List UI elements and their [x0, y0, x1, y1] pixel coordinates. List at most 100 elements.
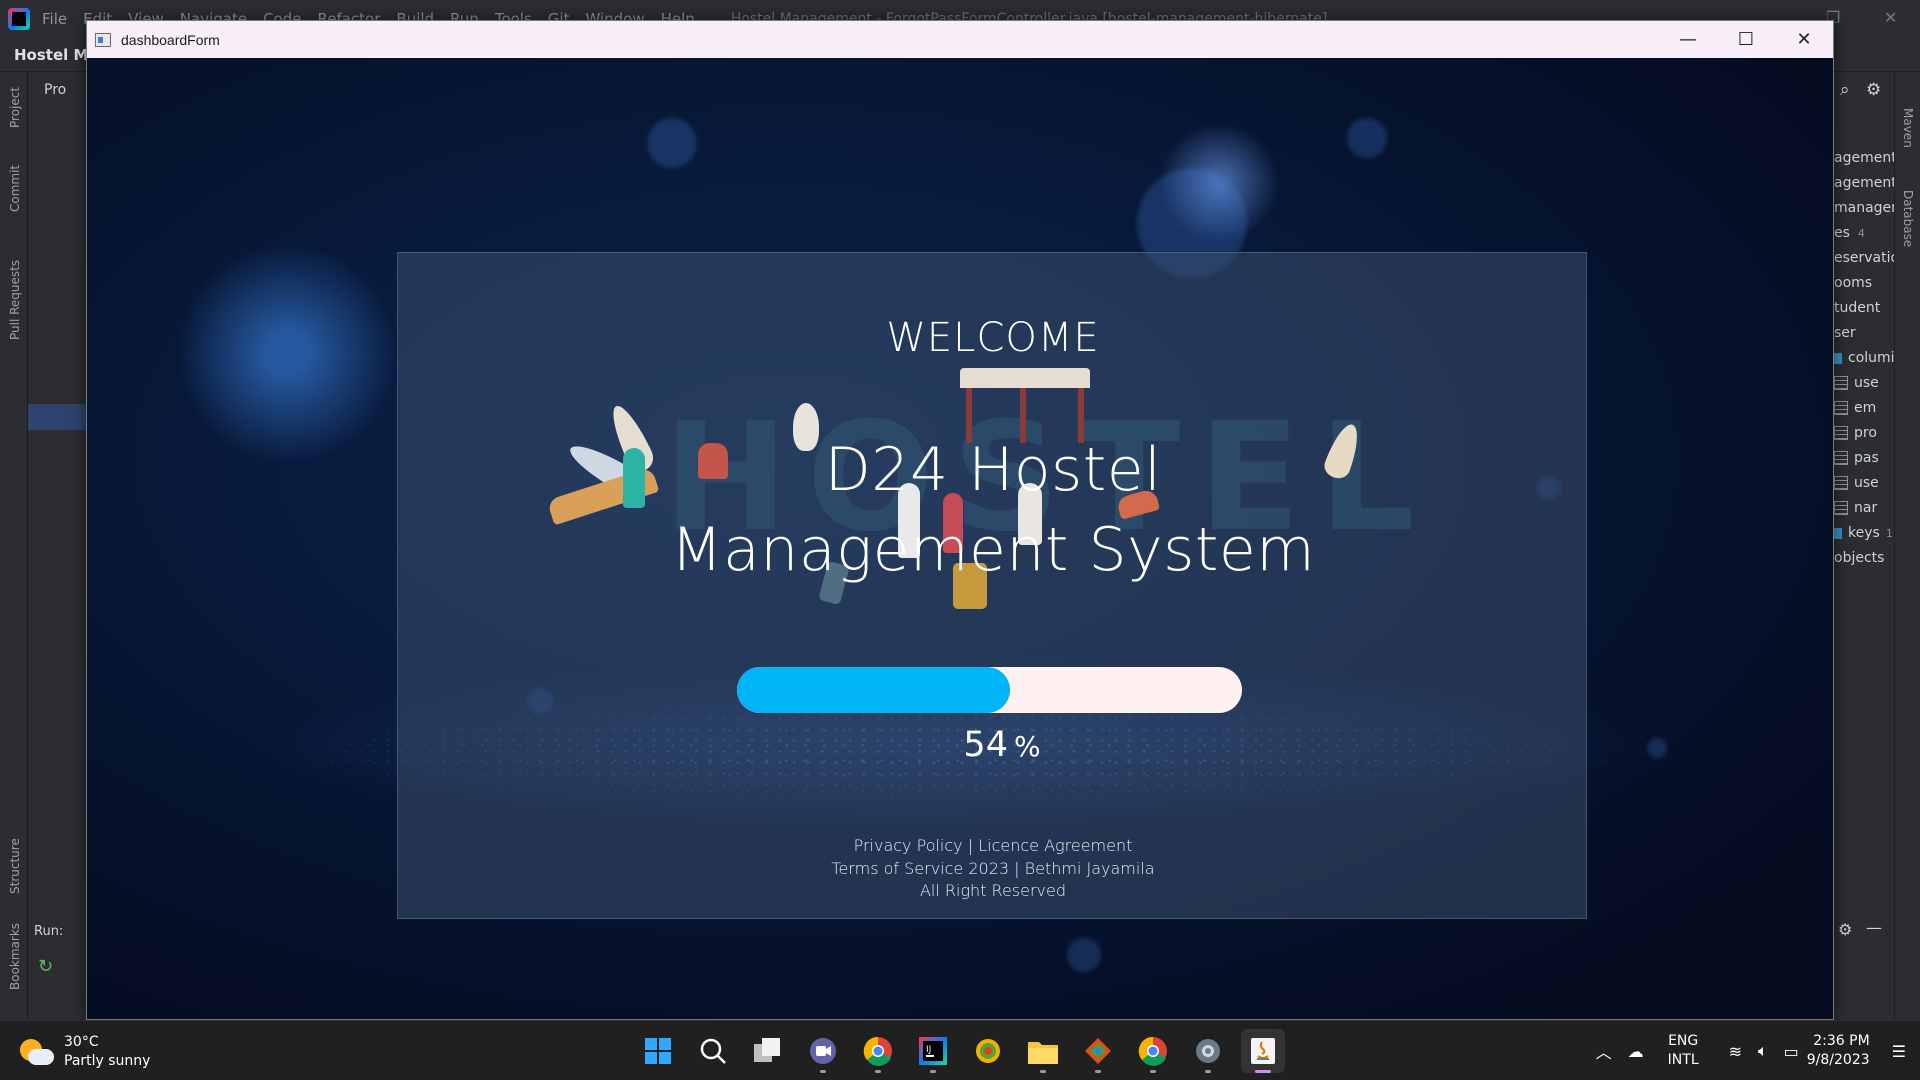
teams-icon[interactable]	[801, 1029, 845, 1073]
intellij-logo-icon	[8, 8, 30, 30]
tool-commit[interactable]: Commit	[8, 165, 22, 212]
column-icon	[1834, 451, 1848, 465]
footer-separator: |	[1014, 858, 1020, 878]
column-icon	[1834, 426, 1848, 440]
taskbar-apps: IJ	[636, 1029, 1296, 1073]
minimize-panel-icon[interactable]: —	[1866, 918, 1882, 937]
loading-percent-unit: %	[1013, 730, 1041, 763]
db-tree-row[interactable]: ser	[1834, 323, 1856, 343]
db-tree-row[interactable]: em	[1834, 398, 1876, 418]
bokeh-light	[1647, 738, 1667, 758]
weather-widget[interactable]: 30°C Partly sunny	[20, 1033, 150, 1071]
search-icon[interactable]	[691, 1029, 735, 1073]
window-titlebar[interactable]: dashboardForm — ☐ ✕	[87, 21, 1833, 58]
chrome-icon[interactable]	[856, 1029, 900, 1073]
db-tree-row[interactable]: keys 1	[1834, 523, 1893, 543]
db-tree-row[interactable]: use	[1834, 373, 1879, 393]
app-icon[interactable]	[966, 1029, 1010, 1073]
ide-left-tool-strip: Project Commit Pull Requests Structure B…	[0, 72, 28, 1020]
column-icon	[1834, 501, 1848, 515]
author-name: Bethmi Jayamila	[1024, 858, 1155, 878]
file-explorer-icon[interactable]	[1021, 1029, 1065, 1073]
chevron-up-icon[interactable]: ︿	[1596, 1039, 1612, 1063]
settings-gear-icon[interactable]: ⚙	[1838, 920, 1852, 939]
app-title-line-1: D24 Hostel	[824, 435, 1162, 505]
db-tree-row[interactable]: pas	[1834, 448, 1879, 468]
ide-project-panel: Pro Run: ↻	[28, 72, 86, 1020]
bokeh-light	[647, 118, 697, 168]
terms-of-service-link[interactable]: Terms of Service 2023	[831, 859, 1009, 878]
app-title-line-2: Management System	[670, 515, 1316, 585]
volume-icon[interactable]: 🔈︎	[1758, 1041, 1768, 1061]
language-code: ENG	[1668, 1033, 1699, 1049]
partly-sunny-icon	[20, 1037, 54, 1067]
db-tree-row[interactable]: es 4	[1834, 223, 1865, 243]
rerun-icon[interactable]: ↻	[38, 956, 53, 977]
db-tree-row[interactable]: managem	[1834, 198, 1894, 218]
ide-right-tool-strip: Maven Database	[1894, 72, 1920, 1020]
db-tree-row[interactable]: agement	[1834, 148, 1894, 168]
db-tree-row[interactable]: agement	[1834, 173, 1894, 193]
db-tree-row[interactable]: tudent	[1834, 298, 1880, 318]
project-tab[interactable]: Pro	[44, 82, 66, 98]
ide-close-icon[interactable]: ✕	[1884, 8, 1897, 27]
clock-time: 2:36 PM	[1813, 1033, 1870, 1049]
key-column-icon	[1834, 376, 1848, 390]
db-tree-row[interactable]: pro	[1834, 423, 1877, 443]
svg-text:IJ: IJ	[926, 1045, 931, 1055]
start-icon[interactable]	[636, 1029, 680, 1073]
tool-maven[interactable]: Maven	[1901, 108, 1915, 148]
git-icon[interactable]	[1076, 1029, 1120, 1073]
loading-percent-value: 54	[963, 725, 1008, 765]
language-indicator[interactable]: ENG INTL	[1668, 1032, 1699, 1070]
tool-pull-requests[interactable]: Pull Requests	[8, 260, 22, 340]
column-icon	[1834, 476, 1848, 490]
weather-temperature: 30°C	[64, 1034, 99, 1050]
project-selected-row	[28, 404, 86, 430]
window-app-icon	[95, 32, 111, 47]
settings-icon[interactable]	[1186, 1029, 1230, 1073]
chrome-icon[interactable]	[1131, 1029, 1175, 1073]
weather-description: Partly sunny	[64, 1053, 151, 1069]
tool-structure[interactable]: Structure	[8, 838, 22, 894]
java-icon[interactable]	[1241, 1029, 1285, 1073]
windows-taskbar: 30°C Partly sunny IJ ︿ ☁ ENG INTL ≋ 🔈︎ ▭…	[0, 1020, 1920, 1080]
notification-icon[interactable]: ☰	[1892, 1042, 1906, 1061]
loading-progress-bar	[737, 667, 1242, 713]
welcome-heading: WELCOME	[886, 315, 1100, 361]
privacy-policy-link[interactable]: Privacy Policy	[854, 836, 963, 855]
footer: Privacy Policy | Licence Agreement Terms…	[398, 835, 1588, 903]
search-icon[interactable]: ⌕	[1840, 80, 1850, 100]
db-tree-row[interactable]: columi	[1834, 348, 1894, 368]
db-tree-row[interactable]: objects	[1834, 548, 1884, 568]
gear-icon[interactable]: ⚙	[1866, 80, 1881, 100]
close-button[interactable]: ✕	[1775, 21, 1833, 58]
loading-percent: 54%	[398, 725, 1588, 765]
tool-project[interactable]: Project	[8, 87, 22, 128]
tent-illustration	[960, 368, 1090, 443]
onedrive-error-icon[interactable]: ☁	[1628, 1042, 1644, 1061]
ide-database-panel: ⌕ ⚙ agement agement managem es4 eservati…	[1832, 72, 1894, 1020]
tool-database[interactable]: Database	[1901, 190, 1915, 247]
task-view-icon[interactable]	[746, 1029, 790, 1073]
tool-bookmarks[interactable]: Bookmarks	[8, 923, 22, 990]
loading-progress-fill	[737, 667, 1010, 713]
column-icon	[1834, 401, 1848, 415]
licence-agreement-link[interactable]: Licence Agreement	[978, 836, 1132, 855]
clock[interactable]: 2:36 PM 9/8/2023	[1807, 1032, 1870, 1070]
battery-icon[interactable]: ▭	[1784, 1042, 1799, 1061]
footer-separator: |	[967, 836, 974, 855]
menu-file[interactable]: File	[42, 10, 67, 28]
db-tree-row[interactable]: nar	[1834, 498, 1877, 518]
db-tree-row[interactable]: eservatio	[1834, 248, 1894, 268]
dashboard-background: HOSTEL WELCOME D24 Hostel Management Sys…	[87, 58, 1833, 1019]
folder-icon	[1834, 352, 1842, 364]
clock-date: 9/8/2023	[1806, 1052, 1870, 1068]
db-tree-row[interactable]: ooms	[1834, 273, 1872, 293]
intellij-icon[interactable]: IJ	[911, 1029, 955, 1073]
minimize-button[interactable]: —	[1659, 21, 1717, 58]
maximize-button[interactable]: ☐	[1717, 21, 1775, 58]
rights-text: All Right Reserved	[919, 881, 1067, 900]
db-tree-row[interactable]: use	[1834, 473, 1879, 493]
wifi-icon[interactable]: ≋	[1729, 1042, 1742, 1061]
